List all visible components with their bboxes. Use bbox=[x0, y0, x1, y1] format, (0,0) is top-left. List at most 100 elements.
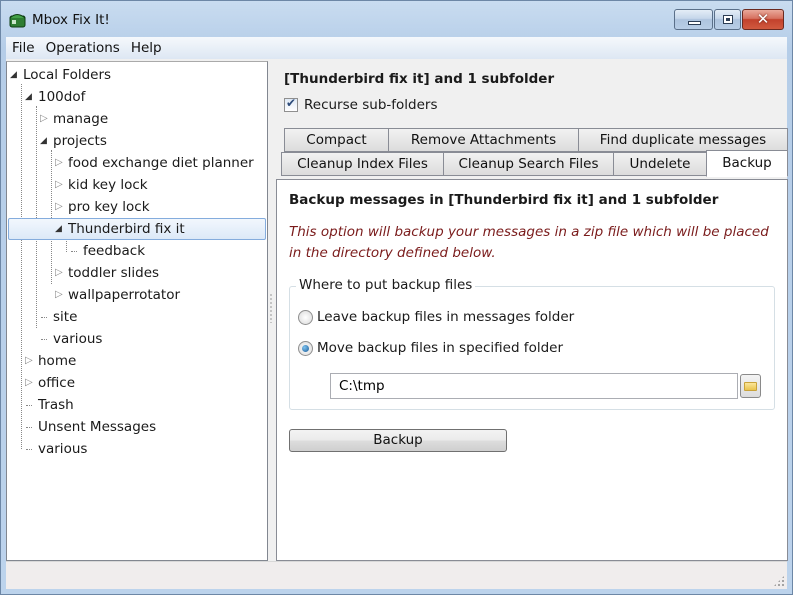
collapsed-arrow-icon[interactable]: ▷ bbox=[55, 174, 66, 196]
tree-item-label: manage bbox=[53, 111, 109, 127]
expanded-arrow-icon[interactable]: ◢ bbox=[40, 130, 51, 152]
tree-item[interactable]: ▷ kid key lock bbox=[55, 174, 148, 196]
backup-button[interactable]: Backup bbox=[289, 429, 507, 452]
menu-bar: File Operations Help bbox=[6, 37, 787, 59]
tree-item-label: wallpaperrotator bbox=[68, 287, 181, 303]
tab-backup[interactable]: Backup bbox=[706, 150, 788, 177]
option-move-to-folder[interactable]: Move backup files in specified folder bbox=[298, 340, 563, 356]
tree-item[interactable]: ◢ Thunderbird fix it bbox=[8, 218, 266, 240]
collapsed-arrow-icon[interactable]: ▷ bbox=[55, 152, 66, 174]
option-leave-in-folder[interactable]: Leave backup files in messages folder bbox=[298, 309, 574, 325]
radio-leave-in-folder[interactable] bbox=[298, 309, 313, 325]
tab-undelete[interactable]: Undelete bbox=[613, 152, 707, 176]
tree-item-label: Thunderbird fix it bbox=[68, 221, 185, 237]
tab-cleanup-index-files[interactable]: Cleanup Index Files bbox=[281, 152, 444, 176]
tree-item-label: various bbox=[38, 441, 88, 457]
expanded-arrow-icon[interactable]: ◢ bbox=[10, 64, 21, 86]
tab-compact[interactable]: Compact bbox=[284, 128, 389, 152]
tree-item[interactable]: ◢ Local Folders bbox=[10, 64, 111, 86]
tree-item[interactable]: Unsent Messages bbox=[25, 416, 156, 438]
menu-file[interactable]: File bbox=[6, 40, 40, 56]
tree-item-label: site bbox=[53, 309, 78, 325]
app-window: Mbox Fix It! ✕ File Operations Help ◢ Loc… bbox=[0, 0, 793, 595]
backup-tab-panel: Backup messages in [Thunderbird fix it] … bbox=[276, 179, 788, 561]
tree-item-label: Local Folders bbox=[23, 67, 112, 83]
collapsed-arrow-icon[interactable]: ▷ bbox=[55, 196, 66, 218]
resize-grip[interactable] bbox=[773, 575, 785, 587]
menu-operations[interactable]: Operations bbox=[40, 40, 125, 56]
close-icon: ✕ bbox=[756, 10, 770, 28]
tree-item[interactable]: various bbox=[40, 328, 102, 350]
tree-item-label: various bbox=[53, 331, 103, 347]
tree-item-label: food exchange diet planner bbox=[68, 155, 254, 171]
group-label: Where to put backup files bbox=[296, 277, 476, 293]
tree-connector bbox=[41, 339, 47, 340]
tree-connector bbox=[21, 84, 22, 449]
backup-path-input[interactable] bbox=[330, 373, 738, 399]
splitter-grip bbox=[270, 293, 272, 323]
expanded-arrow-icon[interactable]: ◢ bbox=[25, 86, 36, 108]
tree-item-label: projects bbox=[53, 133, 107, 149]
tree-item[interactable]: ◢ projects bbox=[40, 130, 107, 152]
tree-connector bbox=[71, 251, 77, 252]
collapsed-arrow-icon[interactable]: ▷ bbox=[25, 350, 36, 372]
tree-item-label: Trash bbox=[38, 397, 74, 413]
window-title: Mbox Fix It! bbox=[32, 12, 110, 28]
collapsed-arrow-icon[interactable]: ▷ bbox=[40, 108, 51, 130]
tree-connector bbox=[36, 106, 37, 328]
tree-item[interactable]: site bbox=[40, 306, 77, 328]
mailbox-icon bbox=[9, 14, 26, 28]
menu-help[interactable]: Help bbox=[125, 40, 167, 56]
title-bar[interactable]: Mbox Fix It! ✕ bbox=[1, 1, 792, 37]
collapsed-arrow-icon[interactable]: ▷ bbox=[55, 284, 66, 306]
tree-item[interactable]: Trash bbox=[25, 394, 74, 416]
tree-connector bbox=[66, 238, 67, 252]
tree-item[interactable]: ◢ 100dof bbox=[25, 86, 85, 108]
checkmark-icon: ✔ bbox=[286, 96, 297, 110]
recurse-checkbox[interactable]: ✔ bbox=[284, 96, 298, 112]
panel-title: Backup messages in [Thunderbird fix it] … bbox=[289, 192, 719, 208]
maximize-button[interactable] bbox=[714, 9, 741, 30]
recurse-checkbox-row[interactable]: ✔ Recurse sub-folders bbox=[284, 96, 438, 113]
tree-connector bbox=[26, 405, 32, 406]
tree-item-label: toddler slides bbox=[68, 265, 160, 281]
radio-label: Move backup files in specified folder bbox=[317, 340, 563, 356]
folder-icon bbox=[744, 382, 757, 391]
tree-item-label: Unsent Messages bbox=[38, 419, 157, 435]
tree-item[interactable]: ▷ home bbox=[25, 350, 76, 372]
tree-connector bbox=[26, 449, 32, 450]
tree-item[interactable]: feedback bbox=[70, 240, 145, 262]
panel-description: This option will backup your messages in… bbox=[289, 224, 769, 261]
tree-item-label: home bbox=[38, 353, 77, 369]
collapsed-arrow-icon[interactable]: ▷ bbox=[25, 372, 36, 394]
tree-item[interactable]: ▷ wallpaperrotator bbox=[55, 284, 180, 306]
recurse-label: Recurse sub-folders bbox=[304, 97, 438, 113]
tab-cleanup-search-files[interactable]: Cleanup Search Files bbox=[443, 152, 614, 176]
expanded-arrow-icon[interactable]: ◢ bbox=[55, 219, 66, 239]
radio-label: Leave backup files in messages folder bbox=[317, 309, 575, 325]
radio-move-to-folder[interactable] bbox=[298, 340, 313, 356]
tree-connector bbox=[26, 427, 32, 428]
tree-item-label: office bbox=[38, 375, 76, 391]
minimize-icon bbox=[688, 21, 701, 25]
maximize-icon bbox=[723, 15, 733, 24]
close-button[interactable]: ✕ bbox=[742, 9, 784, 30]
tree-item[interactable]: ▷ pro key lock bbox=[55, 196, 150, 218]
operations-pane: [Thunderbird fix it] and 1 subfolder ✔ R… bbox=[274, 61, 789, 561]
tree-item[interactable]: ▷ food exchange diet planner bbox=[55, 152, 254, 174]
minimize-button[interactable] bbox=[674, 9, 713, 30]
tree-item[interactable]: ▷ office bbox=[25, 372, 75, 394]
tab-find-duplicate-messages[interactable]: Find duplicate messages bbox=[578, 128, 788, 152]
tree-connector bbox=[41, 317, 47, 318]
status-bar bbox=[6, 561, 787, 589]
folder-tree[interactable]: ◢ Local Folders ◢ 100dof ▷ manage ◢ projects ▷ fo… bbox=[6, 61, 268, 561]
tree-connector bbox=[51, 150, 52, 284]
tree-item-label: feedback bbox=[83, 243, 146, 259]
browse-folder-button[interactable] bbox=[740, 374, 761, 398]
tree-item[interactable]: various bbox=[25, 438, 87, 460]
selected-folder-title: [Thunderbird fix it] and 1 subfolder bbox=[284, 71, 555, 87]
tree-item[interactable]: ▷ toddler slides bbox=[55, 262, 159, 284]
tab-remove-attachments[interactable]: Remove Attachments bbox=[388, 128, 579, 152]
collapsed-arrow-icon[interactable]: ▷ bbox=[55, 262, 66, 284]
tree-item[interactable]: ▷ manage bbox=[40, 108, 108, 130]
